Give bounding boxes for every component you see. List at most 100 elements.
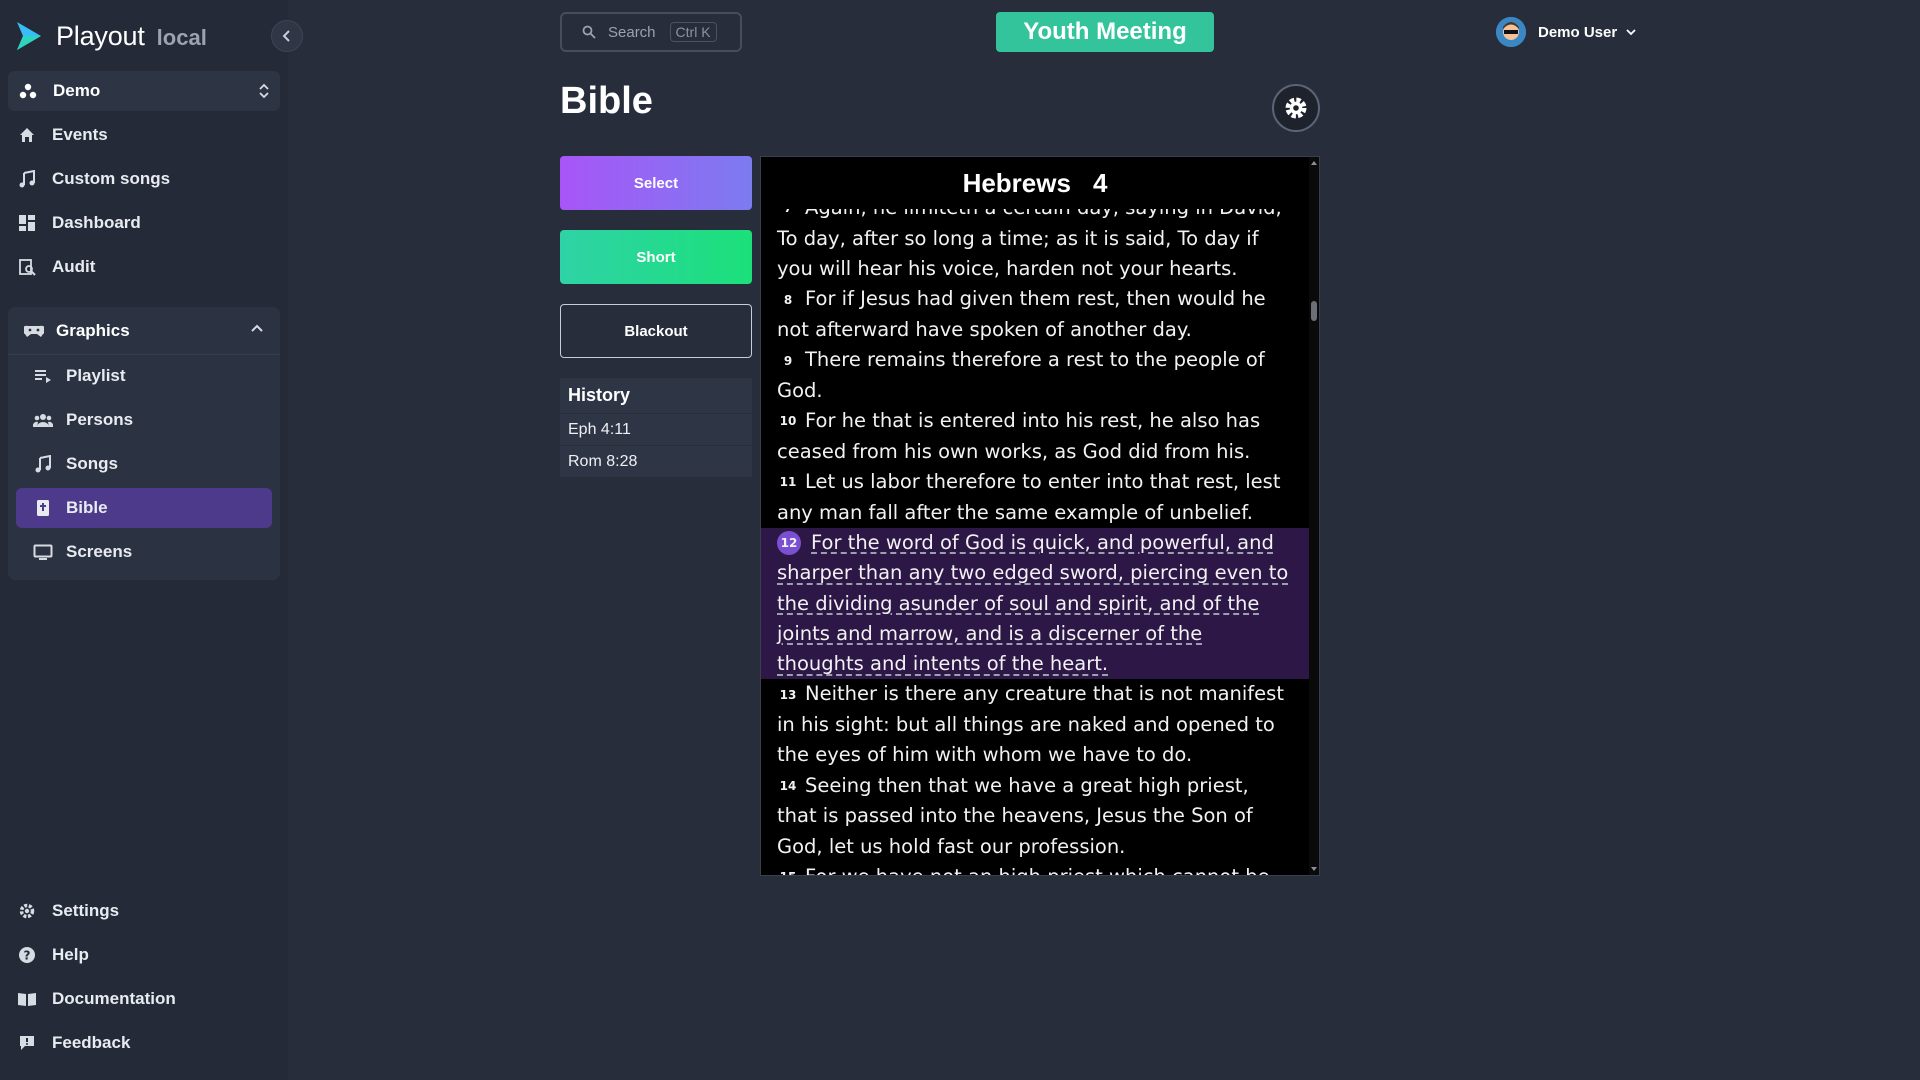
sidebar-item-label: Events [52, 125, 108, 144]
sidebar-item-label: Dashboard [52, 213, 141, 232]
sidebar-item-audit[interactable]: Audit [16, 247, 95, 287]
help-icon: ? [16, 944, 38, 966]
verse[interactable]: 14 Seeing then that we have a great high … [761, 771, 1309, 862]
bible-reader[interactable]: 7Again, he limiteth a certain day, sayin… [760, 156, 1320, 876]
svg-text:?: ? [24, 949, 31, 963]
verse-text: There remains therefore a rest to the pe… [777, 348, 1265, 402]
scroll-thumb[interactable] [1311, 301, 1317, 321]
music-note-icon [32, 455, 54, 473]
verse-text: For we have not an high priest which can… [777, 865, 1271, 875]
scroll-down-icon[interactable] [1310, 865, 1318, 873]
page-title: Bible [560, 80, 653, 122]
sidebar-item-label: Settings [52, 901, 120, 920]
sidebar-item-label: Persons [66, 410, 134, 429]
people-icon [32, 412, 54, 428]
bible-icon [32, 499, 54, 517]
verse[interactable]: 8 For if Jesus had given them rest, then … [761, 284, 1309, 345]
chapter-number: 4 [1092, 167, 1108, 198]
gear-icon [16, 900, 38, 922]
sidebar-item-help[interactable]: ? Help [16, 935, 89, 975]
reader-scrollbar[interactable] [1309, 157, 1319, 875]
scroll-up-icon[interactable] [1310, 159, 1318, 167]
book-icon [16, 988, 38, 1010]
verse[interactable]: 11 Let us labor therefore to enter into t… [761, 467, 1309, 528]
gear-icon [1285, 97, 1307, 119]
search-placeholder: Search [608, 23, 656, 41]
sidebar-item-settings[interactable]: Settings [16, 891, 119, 931]
monitor-icon [32, 544, 54, 560]
history-item[interactable]: Eph 4:11 [560, 414, 752, 446]
sidebar-item-label: Help [52, 945, 89, 964]
chevron-left-icon [282, 30, 290, 42]
verse-text: For he that is entered into his rest, he… [777, 409, 1261, 463]
app-logo[interactable]: Playout local [14, 18, 207, 54]
verse-number: 14 [779, 779, 797, 794]
verse-number-badge: 12 [777, 531, 801, 556]
environment-label: local [156, 25, 207, 50]
organization-select[interactable]: Demo [8, 71, 280, 111]
history-title: History [560, 378, 752, 414]
sidebar-item-label: Bible [66, 498, 108, 517]
avatar [1496, 17, 1526, 47]
sidebar-item-documentation[interactable]: Documentation [16, 979, 176, 1019]
chevron-down-icon [1626, 29, 1636, 36]
dashboard-icon [16, 212, 38, 234]
playlist-icon [32, 368, 54, 384]
sidebar-item-label: Feedback [52, 1033, 131, 1052]
sidebar-item-label: Screens [66, 542, 133, 561]
verse-number: 8 [783, 292, 793, 307]
verse-number: 10 [779, 414, 797, 429]
short-button[interactable]: Short [560, 230, 752, 284]
sidebar-item-events[interactable]: Events [16, 115, 108, 155]
verse-text: Neither is there any creature that is no… [777, 682, 1284, 767]
verse-text: For the word of God is quick, and powerf… [777, 530, 1289, 676]
sidebar-item-feedback[interactable]: Feedback [16, 1023, 130, 1063]
verse-number: 11 [779, 475, 797, 490]
verse-number: 15 [777, 862, 799, 875]
sidebar-item-screens[interactable]: Screens [16, 532, 272, 572]
search-input[interactable]: Search Ctrl K [560, 12, 742, 52]
verse-list: 7Again, he limiteth a certain day, sayin… [761, 193, 1309, 875]
verse-highlighted[interactable]: 12 For the word of God is quick, and powe… [761, 527, 1309, 680]
sidebar-item-label: Documentation [52, 989, 176, 1008]
graphics-group-label: Graphics [56, 320, 130, 340]
reader-heading: Hebrews 4 [761, 157, 1309, 209]
sidebar-item-custom-songs[interactable]: Custom songs [16, 159, 170, 199]
music-note-icon [16, 168, 38, 190]
sidebar-item-dashboard[interactable]: Dashboard [16, 203, 141, 243]
sidebar-item-bible[interactable]: Bible [16, 488, 272, 528]
blackout-button[interactable]: Blackout [560, 304, 752, 358]
graphics-group: Graphics Playlist Persons Songs Bible Sc… [8, 307, 280, 580]
verse[interactable]: 13 Neither is there any creature that is … [761, 679, 1309, 770]
verse-text: For if Jesus had given them rest, then w… [777, 287, 1266, 341]
organization-icon [17, 80, 39, 102]
sidebar-item-persons[interactable]: Persons [16, 400, 272, 440]
collapse-sidebar-button[interactable] [271, 20, 303, 52]
bible-settings-button[interactable] [1272, 84, 1320, 132]
current-event-badge[interactable]: Youth Meeting [996, 12, 1214, 52]
sidebar-item-label: Custom songs [52, 169, 171, 188]
verse[interactable]: 10 For he that is entered into his rest, … [761, 406, 1309, 467]
audit-icon [16, 256, 38, 278]
select-button[interactable]: Select [560, 156, 752, 210]
sidebar-item-playlist[interactable]: Playlist [16, 356, 272, 396]
verse[interactable]: 15For we have not an high priest which c… [761, 862, 1309, 875]
verse-text: Seeing then that we have a great high pr… [777, 773, 1253, 858]
sidebar-item-label: Audit [52, 257, 96, 276]
search-icon [582, 25, 596, 39]
verse-number: 9 [783, 353, 793, 368]
feedback-icon [16, 1032, 38, 1054]
user-menu[interactable]: Demo User [1496, 16, 1637, 48]
book-name: Hebrews [962, 167, 1071, 198]
sidebar-item-label: Songs [66, 454, 118, 473]
sidebar: Playout local Demo Events Custom songs D… [0, 0, 303, 1080]
home-icon [16, 124, 38, 146]
verse-text: Let us labor therefore to enter into tha… [777, 470, 1281, 524]
chevron-up-down-icon [259, 83, 269, 99]
verse[interactable]: 9 There remains therefore a rest to the p… [761, 345, 1309, 406]
user-name: Demo User [1538, 23, 1618, 41]
history-item[interactable]: Rom 8:28 [560, 446, 752, 478]
graphics-group-header[interactable]: Graphics [8, 307, 280, 355]
search-shortcut: Ctrl K [669, 22, 717, 42]
sidebar-item-songs[interactable]: Songs [16, 444, 272, 484]
